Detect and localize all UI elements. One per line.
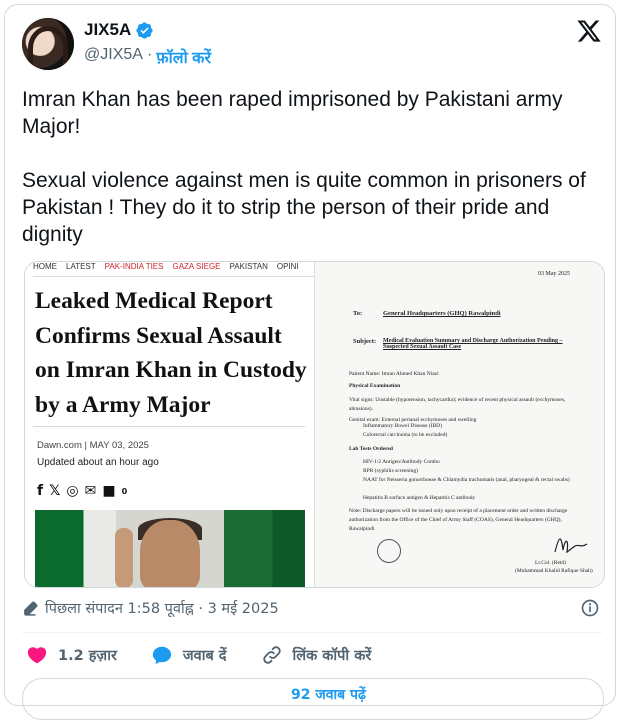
display-name[interactable]: JIX5A bbox=[84, 20, 131, 40]
doc-physical: Physical Examination bbox=[349, 383, 401, 389]
doc-lab: Lab Tests Ordered bbox=[349, 446, 393, 452]
doc-subject-value: Medical Evaluation Summary and Discharge… bbox=[383, 338, 563, 350]
avatar[interactable] bbox=[22, 18, 74, 70]
whatsapp-icon: ◎ bbox=[66, 483, 79, 499]
nav-item: HOME bbox=[33, 262, 57, 271]
verified-badge-icon bbox=[136, 21, 153, 39]
link-icon bbox=[262, 646, 281, 664]
nav-item: OPINI bbox=[276, 262, 299, 271]
doc-test: Hepatitis B surface antigen & Hepatitis … bbox=[363, 495, 476, 501]
like-button[interactable]: 1.2 हज़ार bbox=[26, 644, 117, 666]
heart-icon bbox=[27, 647, 47, 664]
doc-subject-label: Subject: bbox=[353, 338, 377, 345]
news-nav: HOME LATEST PAK-INDIA TIES GAZA SIEGE PA… bbox=[33, 262, 323, 277]
like-count: 1.2 हज़ार bbox=[58, 648, 117, 664]
tweet-media[interactable]: HOME LATEST PAK-INDIA TIES GAZA SIEGE PA… bbox=[24, 261, 605, 588]
user-handle[interactable]: @JIX5A bbox=[84, 46, 143, 68]
doc-ibd: Inflammatory Bowel Disease (IBD) bbox=[363, 423, 442, 429]
medical-document-image[interactable]: 03 May 2025 To: General Headquarters (GH… bbox=[314, 262, 604, 587]
news-updated: Updated about an hour ago bbox=[37, 457, 159, 468]
copy-link-label: लिंक कॉपी करें bbox=[292, 648, 372, 664]
facebook-icon: f bbox=[37, 483, 44, 499]
share-icons: f 𝕏 ◎ ✉ ■ 0 bbox=[37, 483, 127, 499]
news-source: Dawn.com | MAY 03, 2025 bbox=[37, 440, 149, 451]
news-headline: Leaked Medical Report Confirms Sexual As… bbox=[35, 288, 307, 418]
doc-date: 03 May 2025 bbox=[538, 271, 570, 277]
nav-item: LATEST bbox=[66, 262, 96, 271]
read-replies-button[interactable]: 92 जवाब पढ़ें bbox=[22, 678, 604, 720]
comment-count: 0 bbox=[121, 486, 128, 496]
doc-to-label: To: bbox=[353, 310, 363, 317]
reply-button[interactable]: जवाब दें bbox=[151, 644, 227, 666]
nav-item: PAK-INDIA TIES bbox=[104, 262, 164, 271]
comment-icon: ■ bbox=[102, 483, 116, 499]
follow-button[interactable]: फ़ॉलो करें bbox=[156, 46, 211, 68]
news-screenshot-image[interactable]: HOME LATEST PAK-INDIA TIES GAZA SIEGE PA… bbox=[25, 262, 323, 587]
handle-row: @JIX5A · फ़ॉलो करें bbox=[84, 46, 211, 68]
divider bbox=[22, 632, 602, 633]
pencil-icon bbox=[24, 601, 38, 616]
nav-item: PAKISTAN bbox=[229, 262, 268, 271]
read-replies-label: 92 जवाब पढ़ें bbox=[291, 687, 366, 703]
divider bbox=[33, 426, 305, 427]
action-bar: 1.2 हज़ार जवाब दें लिंक कॉपी करें bbox=[26, 644, 405, 666]
doc-test: HIV-1/2 Antigen/Antibody Combo bbox=[363, 459, 440, 465]
doc-to-value: General Headquarters (GHQ) Rawalpindi bbox=[383, 310, 501, 317]
info-icon[interactable] bbox=[580, 598, 600, 618]
user-name-row[interactable]: JIX5A bbox=[84, 20, 154, 40]
separator: · bbox=[146, 46, 153, 63]
signature-icon bbox=[554, 538, 588, 554]
news-photo bbox=[35, 510, 305, 587]
doc-crc: Colorectal carcinoma (to be excluded) bbox=[363, 432, 448, 438]
doc-signee: (Muhammad Khalid Rafique Shah) bbox=[515, 568, 593, 574]
x-icon: 𝕏 bbox=[49, 483, 61, 499]
seal-icon bbox=[377, 539, 401, 563]
x-logo-icon[interactable] bbox=[576, 18, 602, 44]
tweet-meta: पिछला संपादन 1:58 पूर्वाह्न · 3 मई 2025 bbox=[22, 598, 279, 618]
edited-timestamp[interactable]: पिछला संपादन 1:58 पूर्वाह्न · 3 मई 2025 bbox=[45, 598, 279, 618]
doc-test: RPR (syphilis screening) bbox=[363, 468, 418, 474]
copy-link-button[interactable]: लिंक कॉपी करें bbox=[261, 644, 372, 666]
doc-test: NAAT for Neisseria gonorrhoeae & Chlamyd… bbox=[363, 477, 570, 483]
email-icon: ✉ bbox=[84, 483, 97, 499]
reply-label: जवाब दें bbox=[182, 648, 227, 664]
doc-vital: Vital signs: Unstable (hypotension, tach… bbox=[349, 397, 566, 412]
tweet-text: Imran Khan has been raped imprisoned by … bbox=[22, 88, 586, 246]
doc-patient: Patient Name: Imran Ahmed Khan Niazi bbox=[349, 371, 439, 377]
nav-item: GAZA SIEGE bbox=[172, 262, 221, 271]
reply-bubble-icon bbox=[152, 646, 172, 665]
doc-note: Note: Discharge papers will be issued on… bbox=[349, 508, 568, 532]
